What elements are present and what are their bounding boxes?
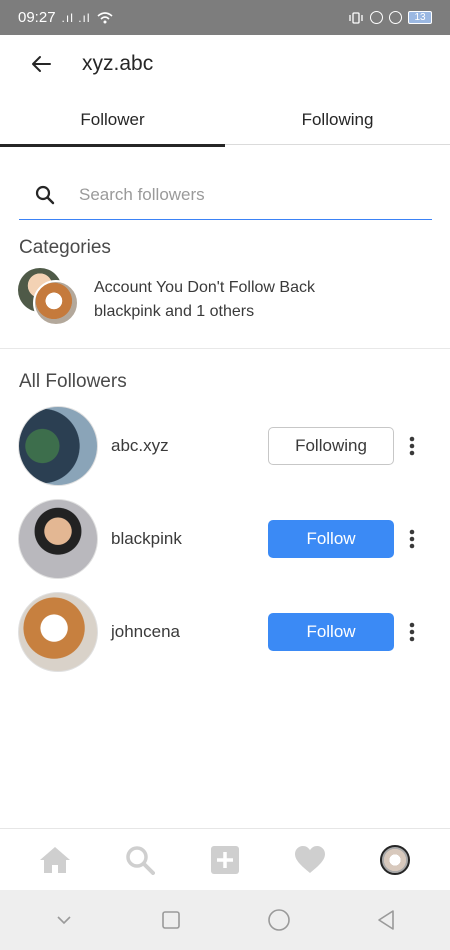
category-item[interactable]: Account You Don't Follow Back blackpink … (18, 264, 438, 330)
username[interactable]: blackpink (111, 529, 182, 549)
system-hide-button[interactable] (44, 900, 84, 940)
more-vertical-icon (409, 529, 415, 549)
tab-following[interactable]: Following (225, 95, 450, 145)
follow-button[interactable]: Follow (268, 613, 394, 651)
square-icon (162, 911, 181, 929)
signal-icon: .ıl .ıl (61, 10, 91, 25)
following-button[interactable]: Following (268, 427, 394, 465)
page-title: xyz.abc (82, 52, 154, 75)
username[interactable]: johncena (111, 622, 180, 642)
avatar[interactable] (18, 592, 98, 672)
status-bar: 09:27 .ıl .ıl 13 (0, 0, 450, 35)
home-icon (39, 846, 70, 873)
back-button[interactable] (26, 49, 56, 79)
lock-rotation-icon (370, 11, 383, 24)
header: xyz.abc (0, 35, 450, 95)
search-icon (19, 185, 71, 205)
avatar[interactable] (18, 499, 98, 579)
avatar (33, 280, 79, 326)
follow-button[interactable]: Follow (268, 520, 394, 558)
arrow-left-icon (32, 56, 51, 72)
avatar[interactable] (18, 406, 98, 486)
triangle-back-icon (378, 910, 395, 930)
more-options-button[interactable] (402, 525, 422, 553)
nav-profile[interactable] (370, 835, 420, 885)
tab-follower[interactable]: Follower (0, 95, 225, 147)
nav-home[interactable] (30, 835, 80, 885)
more-options-button[interactable] (402, 432, 422, 460)
more-vertical-icon (409, 436, 415, 456)
system-recents-button[interactable] (151, 900, 191, 940)
all-followers-heading: All Followers (19, 371, 127, 392)
nav-activity[interactable] (285, 835, 335, 885)
divider (0, 348, 450, 349)
category-title: Account You Don't Follow Back (94, 279, 315, 296)
battery-icon: 13 (408, 11, 432, 24)
system-nav-bar (0, 890, 450, 950)
chevron-down-icon (57, 916, 71, 925)
heart-icon (295, 846, 326, 873)
bottom-nav (0, 828, 450, 890)
nav-add[interactable] (200, 835, 250, 885)
search-icon (126, 845, 155, 875)
system-back-button[interactable] (366, 900, 406, 940)
follower-row: johncena Follow (18, 592, 432, 674)
category-subtitle: blackpink and 1 others (94, 303, 255, 320)
alarm-icon (389, 11, 402, 24)
vibrate-icon (349, 11, 363, 24)
more-vertical-icon (409, 622, 415, 642)
nav-search[interactable] (115, 835, 165, 885)
clock: 09:27 (18, 9, 56, 26)
search-bar (19, 170, 432, 220)
follower-row: blackpink Follow (18, 499, 432, 581)
category-avatar-stack (18, 264, 80, 326)
system-home-button[interactable] (259, 900, 299, 940)
more-options-button[interactable] (402, 618, 422, 646)
circle-icon (267, 909, 290, 931)
category-text: Account You Don't Follow Back blackpink … (94, 276, 315, 324)
search-input[interactable] (71, 184, 401, 205)
tab-bar: Follower Following (0, 95, 450, 147)
add-icon (210, 845, 239, 874)
username[interactable]: abc.xyz (111, 436, 169, 456)
wifi-icon (97, 11, 113, 23)
categories-heading: Categories (19, 237, 111, 258)
profile-avatar (380, 844, 411, 875)
follower-row: abc.xyz Following (18, 406, 432, 488)
